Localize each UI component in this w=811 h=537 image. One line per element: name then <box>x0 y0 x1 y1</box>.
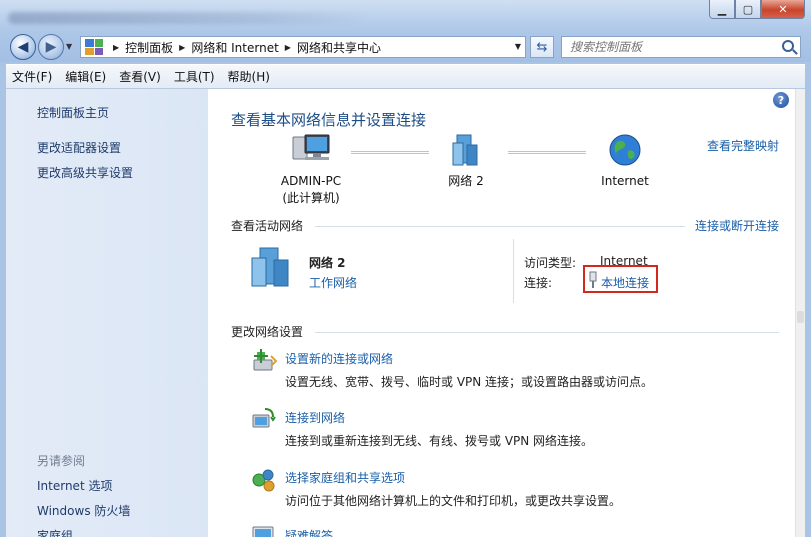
task-connect-network-link[interactable]: 连接到网络 <box>285 409 345 426</box>
computer-icon <box>292 134 330 160</box>
forward-arrow-icon: ▶ <box>45 39 57 55</box>
help-icon[interactable]: ? <box>773 92 789 108</box>
back-button[interactable]: ◀ <box>10 34 36 60</box>
task-homegroup-desc: 访问位于其他网络计算机上的文件和打印机，或更改共享设置。 <box>285 494 622 508</box>
network-node[interactable]: 网络 2 <box>436 133 496 190</box>
highlight-box <box>583 265 658 293</box>
sidebar-item-homegroup[interactable]: 家庭组 <box>37 527 73 537</box>
sidebar-item-adapter-settings[interactable]: 更改适配器设置 <box>37 139 121 156</box>
title-bar: ▁ ▢ ✕ <box>0 0 811 32</box>
content-area: 控制面板主页 更改适配器设置 更改高级共享设置 另请参阅 Internet 选项… <box>6 88 805 537</box>
internet-label: Internet <box>601 174 649 188</box>
breadcrumb-separator-icon[interactable]: ▶ <box>285 43 291 52</box>
maximize-button[interactable]: ▢ <box>735 0 761 19</box>
sidebar-item-control-panel-home[interactable]: 控制面板主页 <box>37 104 109 121</box>
menu-edit[interactable]: 编辑(E) <box>65 68 106 85</box>
search-box[interactable] <box>561 36 801 58</box>
control-panel-icon <box>85 39 103 55</box>
active-networks-title: 查看活动网络 <box>231 219 304 233</box>
navigation-bar: ◀ ▶ ▼ ▶ 控制面板 ▶ 网络和 Internet ▶ 网络和共享中心 ▼ … <box>0 32 811 62</box>
globe-icon <box>609 134 641 166</box>
menu-bar: 文件(F) 编辑(E) 查看(V) 工具(T) 帮助(H) <box>6 64 805 88</box>
main-pane: ? 查看基本网络信息并设置连接 查看完整映射 ADMIN-PC (此计算机) 网… <box>208 89 795 537</box>
active-network-name: 网络 2 <box>309 256 346 270</box>
computer-name: ADMIN-PC <box>280 174 342 188</box>
troubleshoot-icon <box>252 526 274 537</box>
connection-line <box>508 151 586 154</box>
network-icon <box>452 134 478 166</box>
computer-node[interactable]: ADMIN-PC (此计算机) <box>270 133 352 207</box>
address-bar[interactable]: ▶ 控制面板 ▶ 网络和 Internet ▶ 网络和共享中心 ▼ <box>80 36 526 58</box>
task-troubleshoot-link[interactable]: 疑难解答 <box>285 527 333 537</box>
breadcrumb-control-panel[interactable]: 控制面板 <box>125 39 173 56</box>
scrollbar-thumb[interactable] <box>797 311 804 323</box>
search-icon[interactable] <box>782 40 794 52</box>
window-title-blurred <box>8 12 368 24</box>
section-divider <box>315 226 685 227</box>
task-new-connection-desc: 设置无线、宽带、拨号、临时或 VPN 连接；或设置路由器或访问点。 <box>285 375 654 389</box>
task-connect-network-desc: 连接到或重新连接到无线、有线、拨号或 VPN 网络连接。 <box>285 434 594 448</box>
menu-view[interactable]: 查看(V) <box>119 68 161 85</box>
internet-node[interactable]: Internet <box>592 133 658 190</box>
connection-line <box>351 151 429 154</box>
refresh-icon: ⇆ <box>536 39 548 55</box>
sidebar-item-advanced-sharing[interactable]: 更改高级共享设置 <box>37 164 133 181</box>
breadcrumb-separator-icon[interactable]: ▶ <box>179 43 185 52</box>
breadcrumb-network-internet[interactable]: 网络和 Internet <box>191 39 278 56</box>
page-title: 查看基本网络信息并设置连接 <box>231 111 427 129</box>
sidebar-item-internet-options[interactable]: Internet 选项 <box>37 477 112 494</box>
view-full-map-link[interactable]: 查看完整映射 <box>707 137 779 154</box>
see-also-title: 另请参阅 <box>37 454 86 468</box>
computer-subtitle: (此计算机) <box>282 191 340 205</box>
task-new-connection-link[interactable]: 设置新的连接或网络 <box>285 350 393 367</box>
scrollbar[interactable] <box>795 89 805 537</box>
left-pane: 控制面板主页 更改适配器设置 更改高级共享设置 另请参阅 Internet 选项… <box>6 89 208 537</box>
network-name: 网络 2 <box>448 174 484 188</box>
change-settings-title: 更改网络设置 <box>231 325 304 339</box>
close-button[interactable]: ✕ <box>761 0 805 19</box>
task-homegroup-link[interactable]: 选择家庭组和共享选项 <box>285 469 405 486</box>
menu-help[interactable]: 帮助(H) <box>228 68 270 85</box>
back-arrow-icon: ◀ <box>17 39 29 55</box>
refresh-button[interactable]: ⇆ <box>530 36 554 58</box>
menu-file[interactable]: 文件(F) <box>12 68 52 85</box>
menu-tools[interactable]: 工具(T) <box>174 68 215 85</box>
search-input[interactable] <box>562 37 762 57</box>
breadcrumb-separator-icon[interactable]: ▶ <box>113 43 119 52</box>
homegroup-icon <box>252 469 275 492</box>
connect-network-icon <box>252 408 276 428</box>
recent-pages-dropdown[interactable]: ▼ <box>66 42 72 51</box>
active-network-icon <box>251 247 289 287</box>
access-type-label: 访问类型: <box>524 256 577 270</box>
breadcrumb-network-sharing-center[interactable]: 网络和共享中心 <box>297 39 381 56</box>
vertical-divider <box>513 239 514 303</box>
minimize-button[interactable]: ▁ <box>709 0 735 19</box>
sidebar-item-windows-firewall[interactable]: Windows 防火墙 <box>37 502 130 519</box>
section-divider <box>315 332 779 333</box>
forward-button[interactable]: ▶ <box>38 34 64 60</box>
connect-disconnect-link[interactable]: 连接或断开连接 <box>695 217 779 234</box>
breadcrumb: ▶ 控制面板 ▶ 网络和 Internet ▶ 网络和共享中心 <box>107 39 381 56</box>
new-connection-icon <box>253 349 277 371</box>
address-dropdown-icon[interactable]: ▼ <box>515 42 521 51</box>
connection-label: 连接: <box>524 276 553 290</box>
window-controls: ▁ ▢ ✕ <box>709 0 805 19</box>
network-type-link[interactable]: 工作网络 <box>309 274 357 291</box>
